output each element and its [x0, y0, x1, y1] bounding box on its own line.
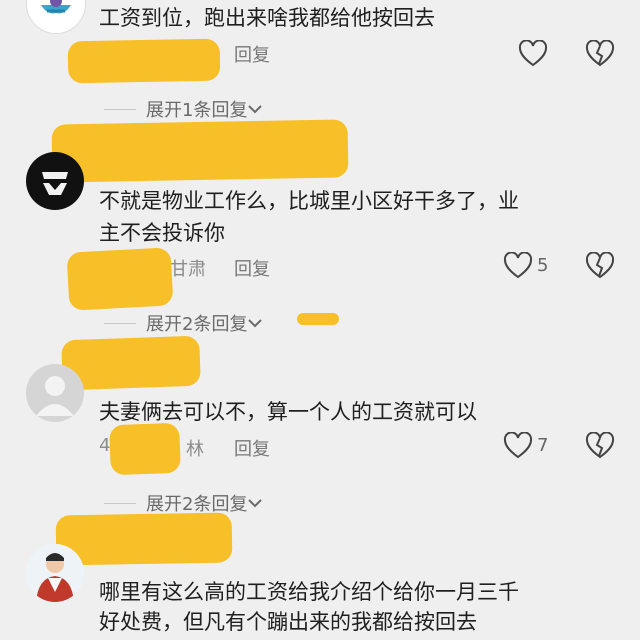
avatar[interactable]	[26, 152, 84, 210]
redaction-highlight	[55, 512, 233, 566]
comment-location: 林	[186, 439, 204, 460]
redaction-highlight	[67, 38, 221, 84]
avatar[interactable]	[26, 544, 84, 602]
like-count: 7	[537, 435, 549, 456]
expand-replies[interactable]: 展开1条回复	[104, 96, 263, 122]
comment-text-line-2: 好处费，但凡有个蹦出来的我都给按回去	[99, 610, 477, 634]
dislike-icon[interactable]	[585, 252, 615, 280]
like-icon[interactable]	[503, 432, 533, 460]
divider-line	[104, 108, 136, 110]
like-icon[interactable]	[518, 40, 548, 68]
comment-text-line-2: 主不会投诉你	[99, 221, 225, 245]
divider-line	[104, 322, 136, 324]
expand-label: 展开1条回复	[146, 100, 248, 121]
avatar[interactable]	[26, 0, 86, 34]
like-icon[interactable]	[503, 252, 533, 280]
dislike-icon[interactable]	[585, 432, 615, 460]
reply-button[interactable]: 回复	[234, 255, 270, 281]
chevron-down-icon	[248, 105, 263, 114]
expand-replies[interactable]: 展开2条回复	[104, 490, 263, 516]
divider-line	[104, 502, 136, 504]
redaction-highlight	[109, 422, 181, 476]
comment-text-line-1: 不就是物业工作么，比城里小区好干多了，业	[99, 189, 519, 213]
dislike-icon[interactable]	[585, 40, 615, 68]
like-count: 5	[537, 255, 549, 276]
comment-location: 甘肃	[170, 259, 206, 280]
redaction-highlight	[66, 247, 174, 311]
expand-replies[interactable]: 展开2条回复	[104, 310, 263, 336]
chevron-down-icon	[248, 319, 263, 328]
reply-button[interactable]: 回复	[234, 41, 270, 67]
comment-text-line-1: 哪里有这么高的工资给我介绍个给你一月三千	[99, 580, 519, 604]
chevron-down-icon	[248, 499, 263, 508]
comment-text: 工资到位，跑出来啥我都给他按回去	[99, 6, 435, 30]
redaction-highlight	[297, 313, 339, 325]
avatar[interactable]	[26, 364, 84, 422]
expand-label: 展开2条回复	[146, 314, 248, 335]
redaction-highlight	[51, 119, 349, 183]
reply-button[interactable]: 回复	[234, 435, 270, 461]
